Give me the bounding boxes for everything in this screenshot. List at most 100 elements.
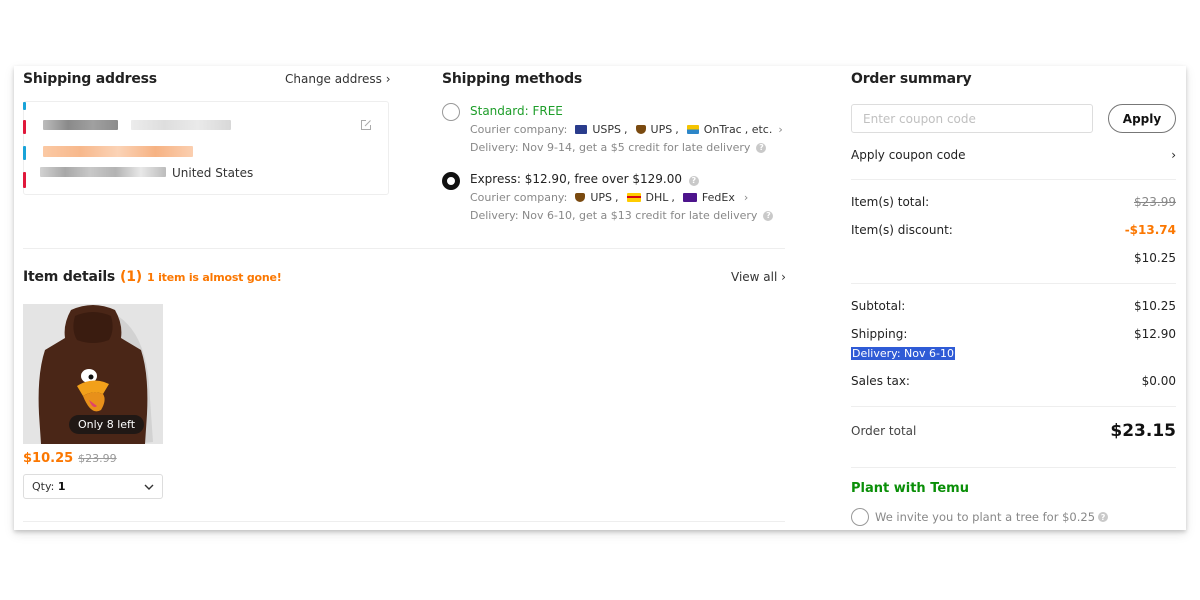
help-icon[interactable]: ? bbox=[688, 175, 699, 186]
item-price-row: $10.25 $23.99 bbox=[23, 451, 117, 466]
courier-ups: UPS bbox=[650, 123, 673, 136]
sales-tax-value: $0.00 bbox=[1141, 374, 1176, 388]
apply-coupon-link[interactable]: Apply coupon code › bbox=[851, 148, 1176, 162]
coupon-code-input[interactable] bbox=[851, 104, 1093, 133]
standard-courier-line: Courier company: USPS, UPS, OnTrac , etc… bbox=[470, 123, 783, 136]
section-divider bbox=[851, 406, 1176, 407]
help-icon[interactable]: ? bbox=[763, 210, 774, 221]
chevron-right-icon: › bbox=[385, 72, 391, 86]
courier-dhl: DHL bbox=[645, 191, 669, 204]
sales-tax-label: Sales tax: bbox=[851, 374, 910, 388]
items-discount-label: Item(s) discount: bbox=[851, 223, 953, 237]
shipping-value: $12.90 bbox=[1134, 327, 1176, 341]
section-divider bbox=[851, 283, 1176, 284]
usps-logo-icon bbox=[575, 125, 588, 134]
chevron-right-icon[interactable]: › bbox=[778, 123, 782, 136]
shipping-label: Shipping: bbox=[851, 327, 908, 341]
items-after-discount-row: $10.25 bbox=[851, 251, 1176, 265]
apply-coupon-button[interactable]: Apply bbox=[1108, 104, 1176, 133]
almost-gone-warning: 1 item is almost gone! bbox=[147, 271, 282, 284]
address-stripe bbox=[23, 102, 26, 110]
shipping-row: Shipping: $12.90 bbox=[851, 327, 1176, 341]
chevron-right-icon[interactable]: › bbox=[744, 191, 748, 204]
item-details-header: Item details (1) 1 item is almost gone! bbox=[23, 269, 282, 285]
subtotal-value: $10.25 bbox=[1134, 299, 1176, 313]
item-details-title: Item details bbox=[23, 269, 116, 285]
section-divider bbox=[23, 248, 785, 249]
subtotal-label: Subtotal: bbox=[851, 299, 906, 313]
items-total-row: Item(s) total: $23.99 bbox=[851, 195, 1176, 209]
items-total-value: $23.99 bbox=[1134, 195, 1176, 209]
edit-icon[interactable] bbox=[360, 119, 372, 131]
courier-prefix: Courier company: bbox=[470, 191, 568, 204]
stock-badge: Only 8 left bbox=[69, 415, 145, 434]
address-stripe bbox=[23, 146, 26, 160]
quantity-select[interactable]: Qty: 1 bbox=[23, 474, 163, 499]
ups-logo-icon bbox=[575, 193, 586, 202]
view-all-link[interactable]: View all › bbox=[731, 270, 786, 284]
shipping-delivery-estimate: Delivery: Nov 6-10 bbox=[851, 347, 955, 360]
order-total-row: Order total $23.15 bbox=[851, 421, 1176, 441]
section-divider bbox=[851, 179, 1176, 180]
product-image[interactable]: Only 8 left bbox=[23, 304, 163, 444]
chevron-right-icon: › bbox=[781, 270, 786, 284]
redacted-street bbox=[43, 146, 193, 157]
express-shipping-title-text: Express: $12.90, free over $129.00 bbox=[470, 172, 683, 186]
chevron-down-icon bbox=[144, 484, 154, 490]
help-icon[interactable]: ? bbox=[1098, 512, 1109, 522]
subtotal-row: Subtotal: $10.25 bbox=[851, 299, 1176, 313]
order-total-value: $23.15 bbox=[1110, 421, 1176, 441]
courier-prefix: Courier company: bbox=[470, 123, 568, 136]
standard-delivery-line: Delivery: Nov 9-14, get a $5 credit for … bbox=[470, 141, 767, 154]
plant-tree-text: We invite you to plant a tree for $0.25 … bbox=[875, 510, 1109, 524]
dhl-logo-icon bbox=[626, 193, 641, 202]
express-courier-line: Courier company: UPS, DHL, FedEx › bbox=[470, 191, 749, 204]
ontrac-logo-icon bbox=[686, 125, 699, 134]
redacted-city bbox=[40, 167, 166, 177]
quantity-value: Qty: 1 bbox=[32, 480, 66, 493]
courier-ups: UPS bbox=[590, 191, 613, 204]
courier-etc: , etc. bbox=[744, 123, 773, 136]
express-shipping-radio[interactable] bbox=[442, 172, 460, 190]
address-stripe bbox=[23, 120, 26, 134]
item-price: $10.25 bbox=[23, 451, 74, 466]
item-original-price: $23.99 bbox=[78, 452, 117, 465]
items-total-label: Item(s) total: bbox=[851, 195, 930, 209]
shipping-methods-title: Shipping methods bbox=[442, 71, 583, 87]
courier-fedex: FedEx bbox=[701, 191, 735, 204]
address-stripe bbox=[23, 172, 26, 188]
view-all-label: View all bbox=[731, 270, 778, 284]
items-discount-row: Item(s) discount: -$13.74 bbox=[851, 223, 1176, 237]
apply-coupon-label: Apply coupon code bbox=[851, 148, 966, 162]
redacted-phone bbox=[131, 120, 231, 130]
redacted-name bbox=[43, 120, 118, 130]
checkout-card: Shipping address Change address › United… bbox=[14, 66, 1186, 530]
plant-with-temu-title: Plant with Temu bbox=[851, 481, 969, 496]
items-discount-value: -$13.74 bbox=[1124, 223, 1176, 237]
ups-logo-icon bbox=[635, 125, 646, 134]
section-divider bbox=[851, 467, 1176, 468]
change-address-link[interactable]: Change address › bbox=[285, 72, 391, 86]
order-total-label: Order total bbox=[851, 424, 917, 438]
standard-shipping-title: Standard: FREE bbox=[470, 104, 563, 118]
items-after-discount-value: $10.25 bbox=[1134, 251, 1176, 265]
chevron-right-icon: › bbox=[1171, 148, 1176, 162]
item-count: (1) bbox=[120, 269, 142, 285]
plant-tree-radio[interactable] bbox=[851, 508, 869, 526]
address-country: United States bbox=[172, 166, 254, 180]
shipping-address-title: Shipping address bbox=[23, 71, 157, 87]
sales-tax-row: Sales tax: $0.00 bbox=[851, 374, 1176, 388]
plant-tree-label: We invite you to plant a tree for $0.25 bbox=[875, 510, 1096, 524]
address-card[interactable]: United States bbox=[23, 101, 389, 195]
help-icon[interactable]: ? bbox=[756, 142, 767, 153]
order-summary-title: Order summary bbox=[851, 71, 972, 87]
courier-usps: USPS bbox=[592, 123, 622, 136]
standard-shipping-radio[interactable] bbox=[442, 103, 460, 121]
standard-delivery-text: Delivery: Nov 9-14, get a $5 credit for … bbox=[470, 141, 751, 154]
section-divider bbox=[23, 521, 785, 522]
express-delivery-line: Delivery: Nov 6-10, get a $13 credit for… bbox=[470, 209, 774, 222]
express-delivery-text: Delivery: Nov 6-10, get a $13 credit for… bbox=[470, 209, 758, 222]
fedex-logo-icon bbox=[682, 193, 697, 202]
express-shipping-title: Express: $12.90, free over $129.00 ? bbox=[470, 172, 699, 186]
change-address-label: Change address bbox=[285, 72, 382, 86]
